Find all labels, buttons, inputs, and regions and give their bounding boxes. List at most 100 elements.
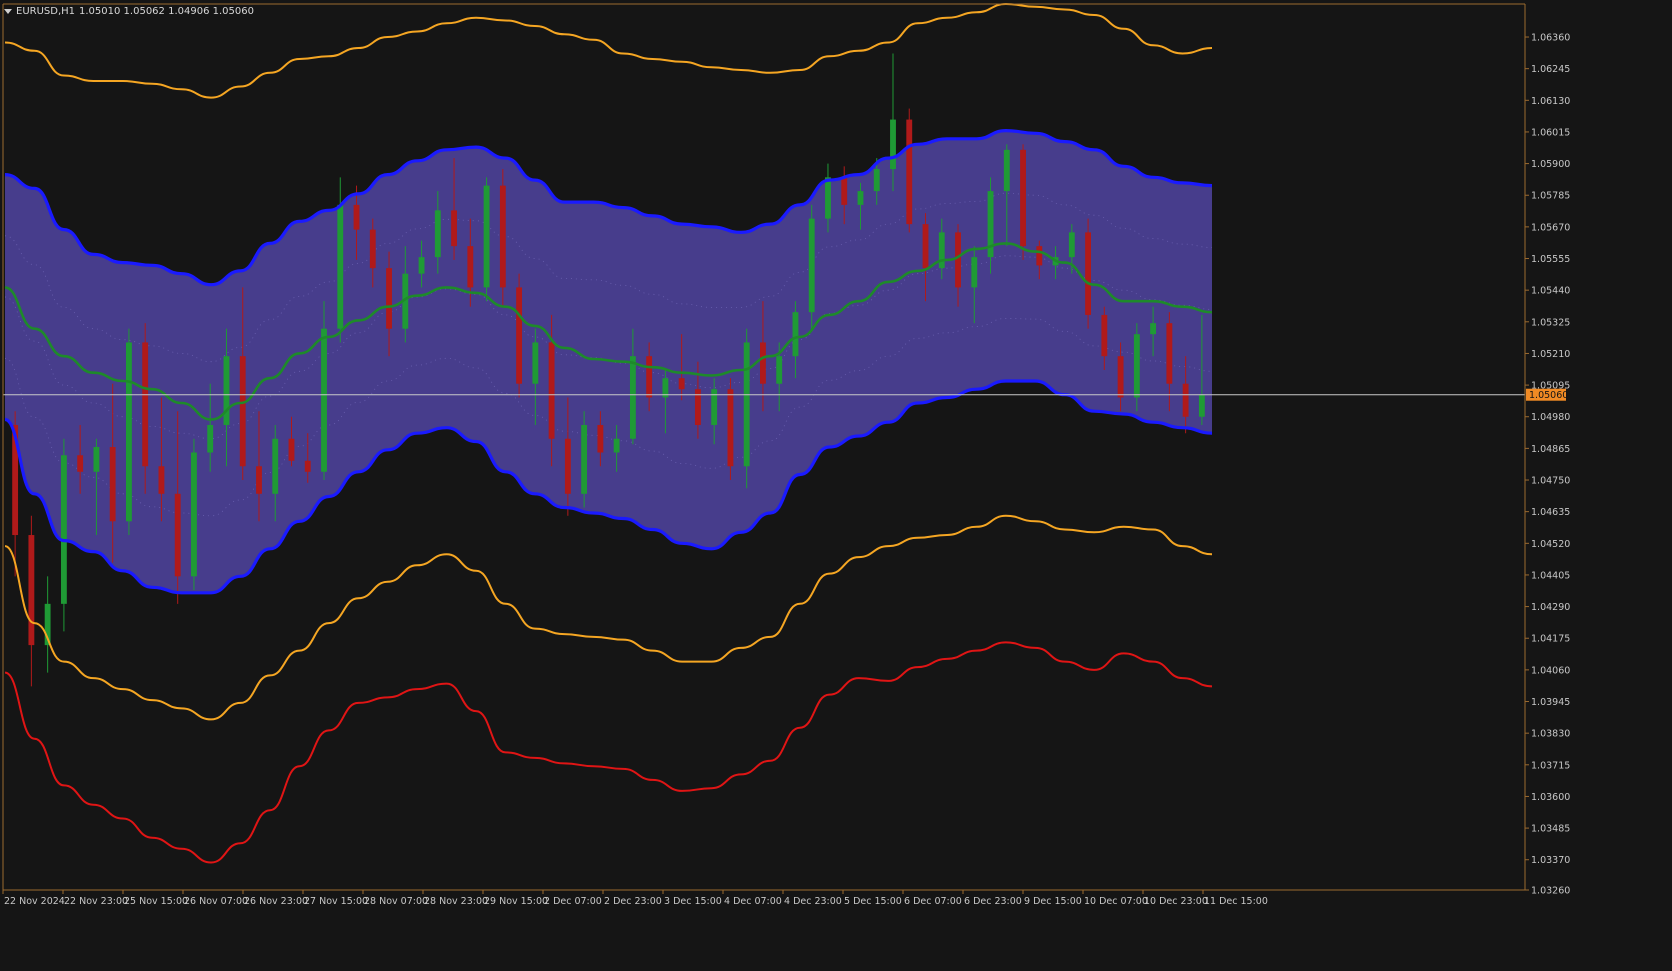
price-tick-label: 1.06360	[1531, 33, 1570, 44]
candle-body	[971, 257, 978, 288]
candle-body	[1020, 149, 1026, 247]
price-tick-label: 1.03600	[1531, 792, 1570, 803]
price-tick-label: 1.03370	[1531, 855, 1570, 866]
candle-body	[825, 177, 831, 219]
candle-body	[808, 218, 815, 313]
candle-body	[678, 378, 685, 390]
candle-body	[906, 119, 913, 225]
candle-body	[613, 438, 620, 453]
candle-body	[418, 257, 425, 274]
price-tick-label: 1.06130	[1531, 96, 1570, 107]
candle-body	[272, 438, 279, 494]
price-chart[interactable]: 1.06360 1.06245 1.06130 1.06015 1.05900 1.057…	[0, 0, 1672, 971]
outer-lower-red-line	[4, 641, 1213, 864]
time-tick-label: 10 Dec 07:00	[1084, 896, 1148, 907]
candle-body	[1036, 246, 1043, 266]
candle-body	[499, 185, 506, 288]
candle-body	[629, 356, 636, 439]
time-tick-label: 22 Nov 2024	[4, 896, 65, 907]
symbol-info-bar: EURUSD,H1 1.05010 1.05062 1.04906 1.0506…	[4, 4, 254, 18]
candle-body	[1166, 323, 1173, 384]
price-tick-label: 1.04175	[1531, 634, 1570, 645]
candle-body	[857, 191, 864, 205]
candle-body	[386, 268, 392, 329]
candle-body	[93, 447, 100, 472]
candle-body	[109, 447, 116, 522]
price-tick-label: 1.06245	[1531, 64, 1570, 75]
candle-body	[938, 232, 945, 269]
price-tick-label: 1.03485	[1531, 824, 1570, 835]
candle-body	[207, 424, 214, 453]
candle-body	[922, 224, 929, 269]
price-tick-label: 1.04290	[1531, 602, 1570, 613]
candle-body	[304, 460, 311, 472]
candle-body	[434, 210, 441, 258]
candle-body	[581, 424, 588, 494]
candle-body	[1182, 383, 1189, 417]
candle-body	[597, 424, 604, 453]
price-tick-label: 1.04750	[1531, 476, 1570, 487]
time-tick-label: 29 Nov 15:00	[484, 896, 548, 907]
candle-body	[223, 356, 230, 425]
candle-body	[60, 455, 67, 604]
time-tick-label: 4 Dec 07:00	[724, 896, 782, 907]
price-tick-label: 1.03830	[1531, 729, 1570, 740]
candle-body	[158, 466, 165, 494]
price-tick-label: 1.03945	[1531, 697, 1570, 708]
symbol-title: EURUSD,H1	[16, 5, 76, 17]
outer-upper-line	[4, 2, 1213, 99]
time-tick-label: 27 Nov 15:00	[304, 896, 368, 907]
candle-body	[483, 185, 490, 288]
candle-body	[321, 328, 327, 472]
candle-body	[1003, 149, 1010, 192]
candle-body	[256, 466, 262, 494]
price-tick-label: 1.04635	[1531, 507, 1570, 518]
candle-body	[890, 119, 896, 170]
candle-body	[467, 246, 474, 288]
candle-body	[776, 356, 783, 384]
time-tick-label: 22 Nov 23:00	[64, 896, 128, 907]
candle-body	[369, 229, 376, 269]
time-tick-label: 26 Nov 23:00	[244, 896, 308, 907]
time-tick-label: 10 Dec 23:00	[1144, 896, 1208, 907]
price-tick-label: 1.05900	[1531, 159, 1570, 170]
candle-body	[841, 177, 848, 205]
current-price-tag-label: 1.05060	[1529, 390, 1568, 401]
triangle-down-icon[interactable]	[4, 8, 12, 14]
candle-body	[451, 210, 457, 247]
candle-body	[191, 452, 197, 577]
price-tick-label: 1.04060	[1531, 665, 1570, 676]
candle-body	[548, 342, 555, 439]
price-tick-label: 1.05555	[1531, 254, 1570, 265]
price-tick-label: 1.05785	[1531, 191, 1570, 202]
price-tick-label: 1.04980	[1531, 412, 1570, 423]
candle-body	[516, 287, 523, 384]
time-tick-label: 6 Dec 23:00	[964, 896, 1022, 907]
time-tick-label: 4 Dec 23:00	[784, 896, 842, 907]
time-tick-label: 2 Dec 07:00	[544, 896, 602, 907]
candle-body	[353, 204, 360, 230]
time-tick-label: 25 Nov 15:00	[124, 896, 188, 907]
chart-window[interactable]: 1.06360 1.06245 1.06130 1.06015 1.05900 1.057…	[0, 0, 1672, 971]
time-tick-label: 5 Dec 15:00	[844, 896, 902, 907]
price-tick-label: 1.05440	[1531, 286, 1570, 297]
time-tick-label: 9 Dec 15:00	[1024, 896, 1082, 907]
candle-body	[125, 342, 132, 522]
candle-body	[77, 455, 84, 472]
price-tick-label: 1.06015	[1531, 127, 1570, 138]
candle-body	[646, 356, 653, 398]
time-tick-label: 26 Nov 07:00	[184, 896, 248, 907]
price-tick-label: 1.04520	[1531, 539, 1570, 550]
candle-body	[1101, 314, 1108, 357]
time-tick-label: 11 Dec 15:00	[1204, 896, 1268, 907]
candle-body	[142, 342, 149, 467]
ohlc-values: 1.05010 1.05062 1.04906 1.05060	[79, 5, 254, 17]
candle-body	[1117, 356, 1124, 398]
price-tick-label: 1.05670	[1531, 222, 1570, 233]
candle-body	[337, 204, 344, 329]
candle-body	[1133, 334, 1140, 398]
candle-body	[1198, 394, 1205, 417]
candle-body	[955, 232, 961, 288]
candle-body	[239, 356, 246, 467]
candle-body	[28, 535, 35, 646]
